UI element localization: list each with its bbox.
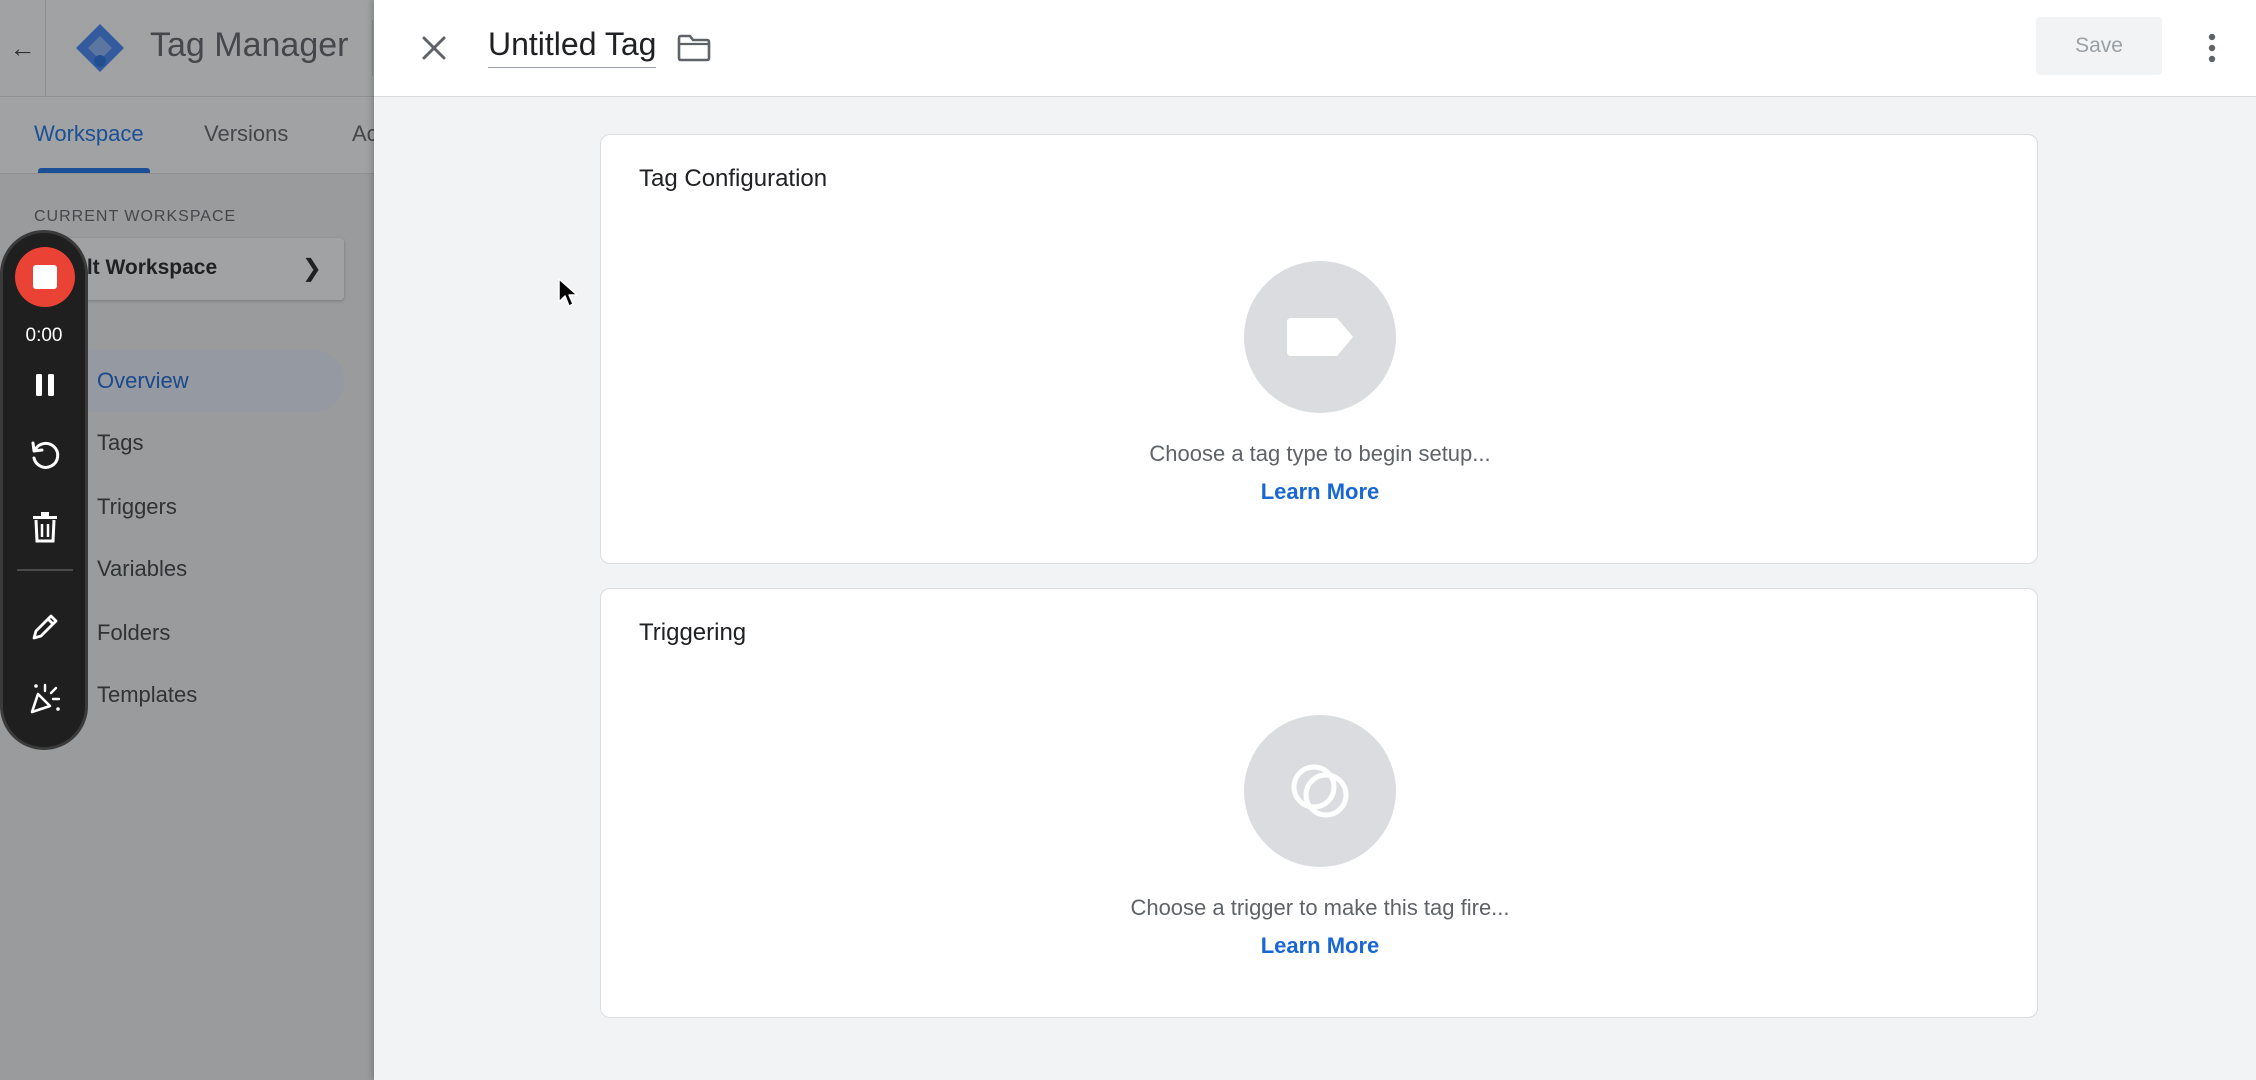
panel-header: Untitled Tag Save	[374, 0, 2256, 97]
close-icon	[422, 36, 446, 60]
choose-tag-type-button[interactable]	[1244, 261, 1396, 413]
effects-button[interactable]	[25, 679, 65, 719]
triggering-learn-more-link[interactable]: Learn More	[601, 933, 2039, 959]
effects-icon	[30, 683, 61, 714]
tag-icon	[1287, 318, 1353, 356]
restart-button[interactable]	[25, 435, 65, 475]
folder-button[interactable]	[674, 28, 714, 68]
triggering-card[interactable]: Triggering Choose a trigger to make this…	[600, 588, 2038, 1018]
save-button[interactable]: Save	[2036, 17, 2162, 75]
trash-icon	[33, 512, 57, 543]
tag-configuration-title: Tag Configuration	[639, 165, 828, 192]
more-vert-icon	[2208, 33, 2216, 63]
stop-icon	[33, 265, 57, 289]
restart-icon	[31, 441, 60, 469]
pen-icon	[32, 614, 58, 640]
tag-editor-panel: Untitled Tag Save Tag Configuration Choo…	[374, 0, 2256, 1080]
more-options-button[interactable]	[2192, 26, 2232, 70]
triggering-title: Triggering	[639, 619, 747, 646]
tag-name-field[interactable]: Untitled Tag	[488, 26, 657, 68]
recorder-divider	[17, 569, 73, 571]
delete-recording-button[interactable]	[25, 507, 65, 547]
tag-configuration-card[interactable]: Tag Configuration Choose a tag type to b…	[600, 134, 2038, 564]
recording-time: 0:00	[25, 325, 63, 346]
mouse-cursor-icon	[558, 278, 578, 307]
tag-configuration-hint: Choose a tag type to begin setup...	[1149, 441, 1491, 466]
trigger-icon	[1291, 764, 1349, 818]
choose-trigger-button[interactable]	[1244, 715, 1396, 867]
pause-icon	[36, 374, 54, 396]
draw-button[interactable]	[25, 607, 65, 647]
folder-icon	[677, 34, 711, 62]
stop-recording-button[interactable]	[15, 247, 75, 307]
close-button[interactable]	[412, 26, 456, 70]
triggering-hint: Choose a trigger to make this tag fire..…	[1130, 895, 1510, 920]
pause-button[interactable]	[25, 365, 65, 405]
screen-recorder-toolbar: 0:00	[0, 230, 88, 750]
tag-configuration-learn-more-link[interactable]: Learn More	[601, 479, 2039, 505]
